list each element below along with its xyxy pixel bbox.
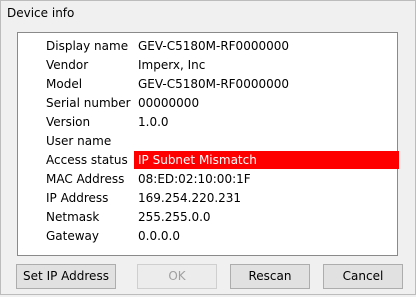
field-value: 1.0.0: [138, 115, 169, 129]
field-row-display-name: Display name GEV-C5180M-RF0000000: [18, 37, 397, 55]
field-label: Netmask: [46, 210, 100, 224]
device-info-panel: Display name GEV-C5180M-RF0000000 Vendor…: [17, 32, 399, 256]
field-label: Serial number: [46, 96, 131, 110]
field-label: Model: [46, 77, 83, 91]
field-row-netmask: Netmask 255.255.0.0: [18, 208, 397, 226]
field-row-user-name: User name: [18, 132, 397, 150]
field-row-vendor: Vendor Imperx, Inc: [18, 56, 397, 74]
cancel-button[interactable]: Cancel: [323, 264, 403, 289]
field-label: Version: [46, 115, 91, 129]
title-bar: Device info: [0, 0, 416, 25]
field-value: 0.0.0.0: [138, 229, 180, 243]
rescan-button[interactable]: Rescan: [230, 264, 310, 289]
field-value: 255.255.0.0: [138, 210, 211, 224]
set-ip-address-button[interactable]: Set IP Address: [16, 264, 116, 289]
field-row-mac-address: MAC Address 08:ED:02:10:00:1F: [18, 170, 397, 188]
field-label: IP Address: [46, 191, 109, 205]
field-value: 08:ED:02:10:00:1F: [138, 172, 251, 186]
field-label: Gateway: [46, 229, 100, 243]
field-value: 169.254.220.231: [138, 191, 242, 205]
field-label: Access status: [46, 153, 128, 167]
field-label: Vendor: [46, 58, 89, 72]
field-row-gateway: Gateway 0.0.0.0: [18, 227, 397, 245]
access-status-badge: IP Subnet Mismatch: [134, 151, 399, 169]
field-value: 00000000: [138, 96, 200, 110]
ok-button[interactable]: OK: [137, 264, 217, 289]
field-row-access-status: Access status IP Subnet Mismatch: [18, 151, 399, 169]
field-row-serial-number: Serial number 00000000: [18, 94, 397, 112]
field-label: MAC Address: [46, 172, 125, 186]
field-value: Imperx, Inc: [138, 58, 206, 72]
field-value: GEV-C5180M-RF0000000: [138, 39, 290, 53]
field-row-model: Model GEV-C5180M-RF0000000: [18, 75, 397, 93]
field-value: GEV-C5180M-RF0000000: [138, 77, 290, 91]
field-label: Display name: [46, 39, 129, 53]
field-row-version: Version 1.0.0: [18, 113, 397, 131]
field-label: User name: [46, 134, 112, 148]
window-title: Device info: [7, 6, 75, 20]
field-row-ip-address: IP Address 169.254.220.231: [18, 189, 397, 207]
